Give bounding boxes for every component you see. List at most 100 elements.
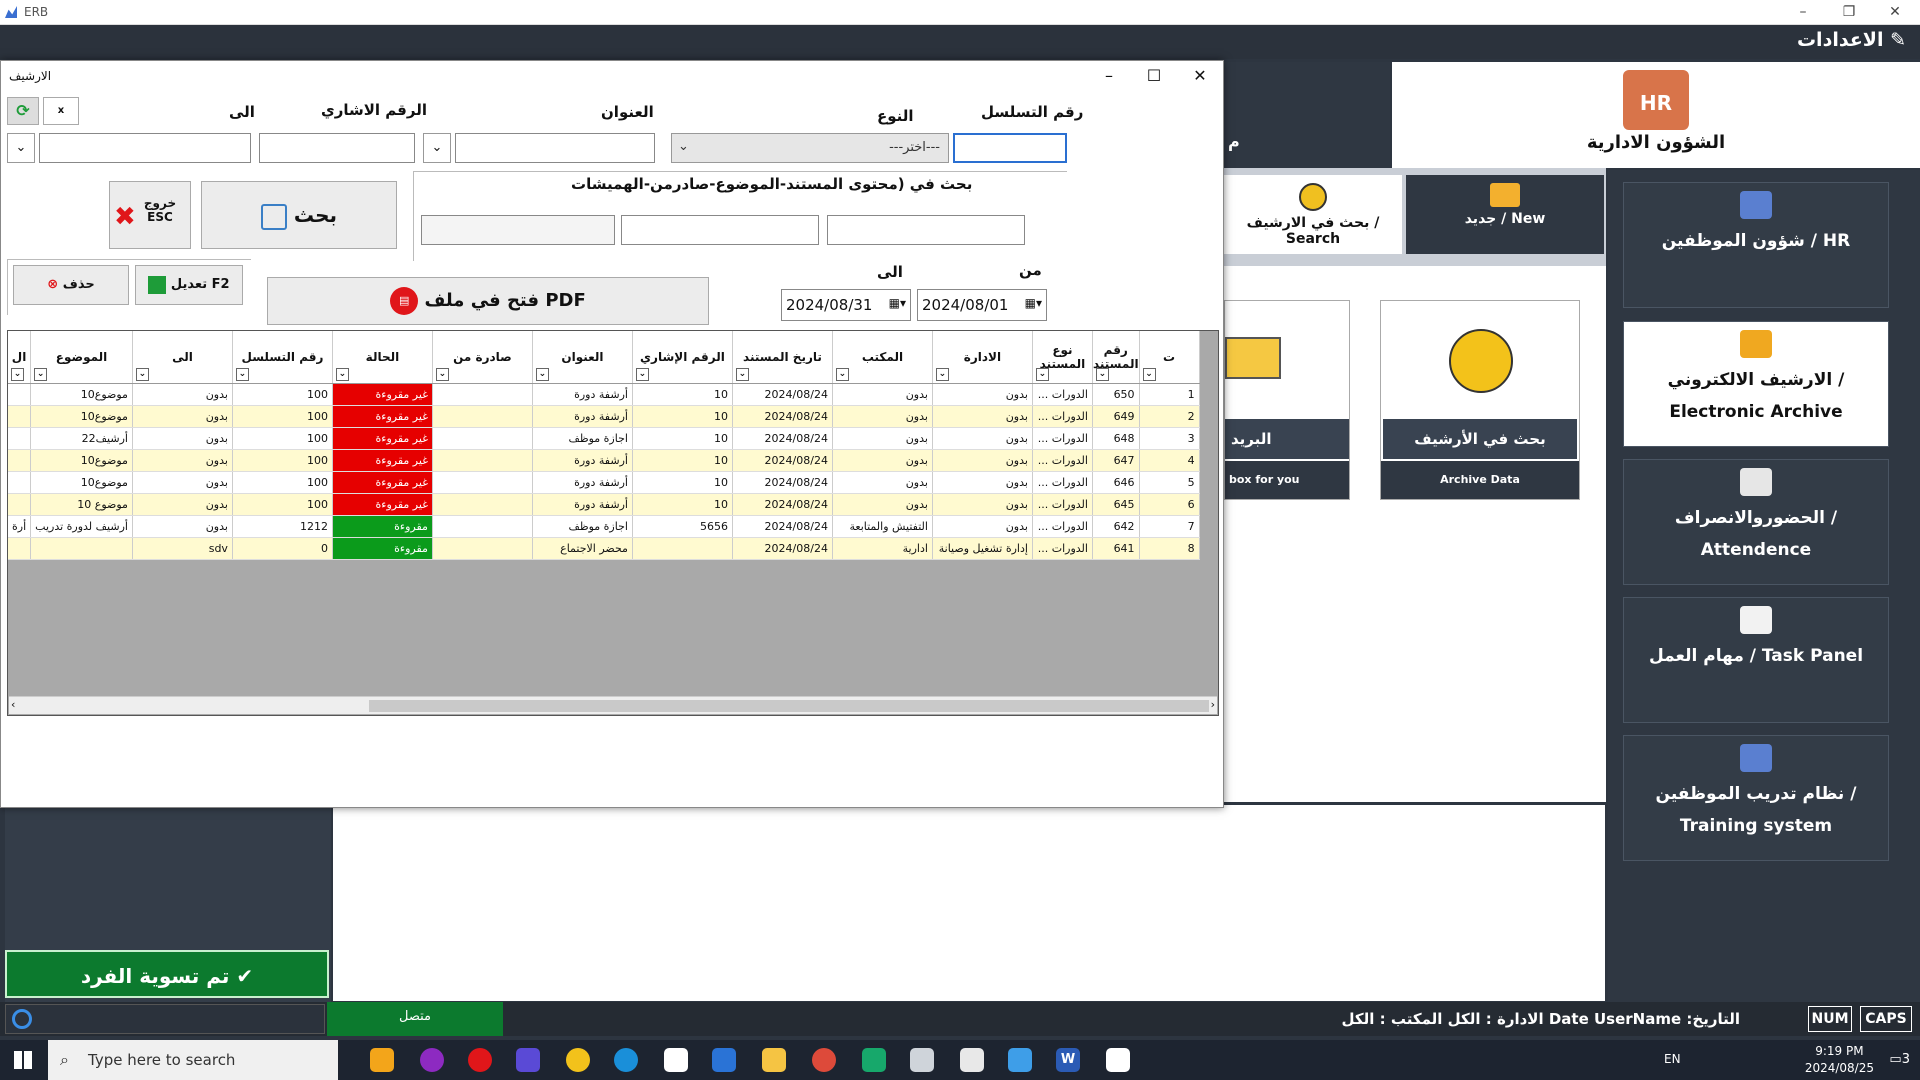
subject-input[interactable] (455, 133, 655, 163)
scrollbar-thumb[interactable] (369, 700, 1209, 712)
sidebar-item-archive[interactable]: الارشيف الالكتروني / Electronic Archive (1623, 321, 1889, 447)
grid-header-cell[interactable]: المكتب ⌄ (832, 331, 933, 384)
ref-no-input[interactable] (259, 133, 415, 163)
sidebar-item-training[interactable]: نظام تدريب الموظفين / Training system (1623, 735, 1889, 861)
sidebar-item-attendance[interactable]: الحضوروالانصراف / Attendence (1623, 459, 1889, 585)
excel-button[interactable]: x (43, 97, 79, 125)
search-button[interactable]: بحث (201, 181, 397, 249)
tile-archive-search[interactable]: بحث في الأرشيف Archive Data (1380, 300, 1580, 500)
open-pdf-button[interactable]: ▤ فتح في ملف PDF (267, 277, 709, 325)
search-content-input-3[interactable] (421, 215, 615, 245)
table-row[interactable]: sdv 0 مقروءة محضر الاجتماع 2024/08/24 ادارية إ… (8, 537, 1200, 560)
delete-button[interactable]: ⊗ حذف (13, 265, 129, 305)
taskbar-app-icon[interactable] (812, 1048, 836, 1072)
grid-header-cell[interactable]: صادرة من ⌄ (432, 331, 533, 384)
table-cell: أرشفة دورة (532, 493, 633, 516)
tile-mail[interactable]: البريد box for you (1224, 300, 1350, 500)
calculator-icon[interactable] (960, 1048, 984, 1072)
grid-header-cell[interactable]: الموضوع ⌄ (30, 331, 133, 384)
table-row[interactable]: موضوع10 بدون 100 غير مقروءة أرشفة دورة 10 2024… (8, 471, 1200, 494)
sidebar-item-hr[interactable]: شؤون الموظفين / HR (1623, 182, 1889, 308)
filter-dropdown-icon[interactable]: ⌄ (135, 367, 149, 381)
dialog-maximize-icon[interactable]: ☐ (1131, 61, 1177, 91)
to-date-picker[interactable]: 2024/08/31 ▦▾ (781, 289, 911, 321)
sidebar-item-tasks[interactable]: مهام العمل / Task Panel (1623, 597, 1889, 723)
filter-dropdown-icon[interactable]: ⌄ (635, 367, 649, 381)
settings-button[interactable]: الاعدادات ✎ (1797, 29, 1906, 51)
table-row[interactable]: موضوع10 بدون 100 غير مقروءة أرشفة دورة 10 2024… (8, 383, 1200, 406)
subject-dropdown-button[interactable]: ⌄ (423, 133, 451, 163)
grid-header-cell[interactable]: الرقم الإشاري ⌄ (632, 331, 733, 384)
table-row[interactable]: أرشيف22 بدون 100 غير مقروءة اجازة موظف 10 2024… (8, 427, 1200, 450)
restore-icon[interactable]: ❐ (1826, 0, 1872, 25)
grid-header-cell[interactable]: الحالة ⌄ (332, 331, 433, 384)
filter-dropdown-icon[interactable]: ⌄ (535, 367, 549, 381)
file-explorer-icon[interactable] (762, 1048, 786, 1072)
scroll-right-icon[interactable]: › (1211, 698, 1215, 711)
minimize-icon[interactable]: – (1780, 0, 1826, 25)
table-row[interactable]: موضوع10 بدون 100 غير مقروءة أرشفة دورة 10 2024… (8, 405, 1200, 428)
type-select[interactable]: ⌄ ---اختر--- (671, 133, 949, 163)
erb-active-app-icon[interactable] (1106, 1048, 1130, 1072)
from-date-picker[interactable]: 2024/08/01 ▦▾ (917, 289, 1047, 321)
table-row[interactable]: أرة أرشيف لدورة تدريب بدون 1212 مقروءة اجازة … (8, 515, 1200, 538)
filter-dropdown-icon[interactable]: ⌄ (735, 367, 749, 381)
filter-dropdown-icon[interactable]: ⌄ (34, 367, 48, 381)
windows-start-icon[interactable] (14, 1051, 32, 1069)
grid-header-cell[interactable]: تاريخ المستند ⌄ (732, 331, 833, 384)
table-row[interactable]: موضوع 10 بدون 100 غير مقروءة أرشفة دورة 10 202… (8, 493, 1200, 516)
grid-header-cell[interactable]: العنوان ⌄ (532, 331, 633, 384)
hr-card[interactable]: HR الشؤون الادارية (1392, 62, 1920, 168)
scroll-left-icon[interactable]: ‹ (11, 698, 15, 711)
opera-icon[interactable] (468, 1048, 492, 1072)
grid-header-cell[interactable]: ت ⌄ (1139, 331, 1200, 384)
taskbar-app-icon[interactable] (420, 1048, 444, 1072)
grid-header-cell[interactable]: ال ⌄ (8, 331, 32, 384)
chrome-icon[interactable] (566, 1048, 590, 1072)
edge-icon[interactable] (614, 1048, 638, 1072)
filter-dropdown-icon[interactable]: ⌄ (1035, 367, 1049, 381)
filter-dropdown-icon[interactable]: ⌄ (935, 367, 949, 381)
to-dropdown-button[interactable]: ⌄ (7, 133, 35, 163)
exit-button[interactable]: ✖ خروج ESC (109, 181, 191, 249)
search-content-input-1[interactable] (827, 215, 1025, 245)
tab-search[interactable]: بحث في الارشيف / Search (1224, 175, 1402, 254)
erb-app-icon[interactable] (664, 1048, 688, 1072)
refresh-icon[interactable] (12, 1009, 32, 1029)
edit-button[interactable]: تعديل F2 (135, 265, 243, 305)
table-row[interactable]: موضوع10 بدون 100 غير مقروءة أرشفة دورة 10 2024… (8, 449, 1200, 472)
mail-app-icon[interactable] (712, 1048, 736, 1072)
filter-dropdown-icon[interactable]: ⌄ (1142, 367, 1156, 381)
filter-dropdown-icon[interactable]: ⌄ (335, 367, 349, 381)
taskbar-app-icon[interactable] (1008, 1048, 1032, 1072)
filter-dropdown-icon[interactable]: ⌄ (435, 367, 449, 381)
grid-header-cell[interactable]: رقم التسلسل ⌄ (232, 331, 333, 384)
serial-input[interactable] (953, 133, 1067, 163)
taskbar-app-icon[interactable] (516, 1048, 540, 1072)
taskbar-clock[interactable]: 9:19 PM 2024/08/25 (1805, 1043, 1874, 1077)
dialog-minimize-icon[interactable]: – (1086, 61, 1132, 91)
grid-header-cell[interactable]: رقم المستند ⌄ (1092, 331, 1140, 384)
language-indicator[interactable]: EN (1664, 1052, 1681, 1066)
taskbar-search[interactable]: ⌕ Type here to search (48, 1040, 338, 1080)
tab-new[interactable]: جديد / New (1406, 175, 1604, 254)
filter-dropdown-icon[interactable]: ⌄ (1095, 367, 1109, 381)
filter-dropdown-icon[interactable]: ⌄ (11, 367, 24, 381)
filter-dropdown-icon[interactable]: ⌄ (235, 367, 249, 381)
word-icon[interactable]: W (1056, 1048, 1080, 1072)
refresh-button[interactable]: ⟳ (7, 97, 39, 125)
notification-icon[interactable]: ▭3 (1889, 1052, 1910, 1067)
taskbar-app-icon[interactable] (910, 1048, 934, 1072)
grid-header-cell[interactable]: الى ⌄ (132, 331, 233, 384)
filter-dropdown-icon[interactable]: ⌄ (835, 367, 849, 381)
dialog-close-icon[interactable]: ✕ (1177, 61, 1223, 91)
taskbar-app-icon[interactable] (370, 1048, 394, 1072)
taskbar-app-icon[interactable] (862, 1048, 886, 1072)
search-content-input-2[interactable] (621, 215, 819, 245)
grid-header-cell[interactable]: الادارة ⌄ (932, 331, 1033, 384)
horizontal-scrollbar[interactable]: ‹ › (9, 696, 1217, 714)
to-input[interactable] (39, 133, 251, 163)
grid-header-cell[interactable]: نوع المستند ⌄ (1032, 331, 1093, 384)
settle-button[interactable]: تم تسوية الفرد ✔ (5, 950, 329, 998)
close-icon[interactable]: ✕ (1872, 0, 1918, 25)
